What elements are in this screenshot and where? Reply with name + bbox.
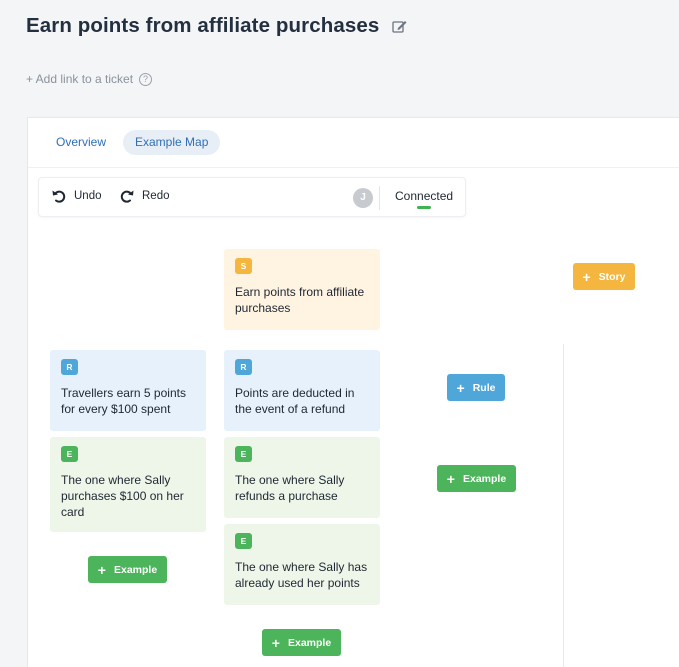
story-badge: S: [235, 258, 252, 274]
add-example-label: Example: [287, 636, 332, 649]
edit-icon[interactable]: [391, 18, 408, 35]
plus-icon: +: [446, 470, 455, 487]
example-card[interactable]: E The one where Sally has already used h…: [224, 524, 380, 605]
page-title: Earn points from affiliate purchases: [26, 14, 380, 37]
redo-button[interactable]: Redo: [119, 188, 170, 204]
example-badge: E: [61, 446, 78, 462]
page: Earn points from affiliate purchases + A…: [0, 0, 679, 667]
story-card[interactable]: S Earn points from affiliate purchases: [224, 249, 380, 330]
rule-badge: R: [235, 359, 252, 375]
toolbar-divider: [379, 186, 380, 210]
example-badge: E: [235, 446, 252, 462]
add-story-button[interactable]: + Story: [573, 263, 635, 290]
redo-icon: [120, 190, 134, 203]
map-toolbar: Undo Redo J Connected: [38, 177, 466, 217]
example-card[interactable]: E The one where Sally refunds a purchase: [224, 437, 380, 518]
redo-label: Redo: [142, 190, 170, 202]
add-example-button[interactable]: + Example: [437, 465, 516, 492]
add-rule-button[interactable]: + Rule: [447, 374, 505, 401]
add-rule-label: Rule: [472, 381, 496, 394]
add-example-button[interactable]: + Example: [88, 556, 167, 583]
add-example-button[interactable]: + Example: [262, 629, 341, 656]
undo-icon: [52, 190, 66, 203]
add-example-label: Example: [462, 472, 507, 485]
plus-icon: +: [582, 268, 591, 285]
title-row: Earn points from affiliate purchases: [26, 14, 408, 38]
tab-bar: Overview Example Map: [28, 118, 679, 168]
plus-icon: +: [271, 634, 280, 651]
undo-label: Undo: [74, 190, 102, 202]
example-text: The one where Sally refunds a purchase: [235, 473, 345, 503]
tab-example-map[interactable]: Example Map: [123, 130, 221, 155]
example-text: The one where Sally purchases $100 on he…: [61, 473, 184, 519]
example-badge: E: [235, 533, 252, 549]
add-example-label: Example: [113, 563, 158, 576]
rule-card[interactable]: R Travellers earn 5 points for every $10…: [50, 350, 206, 431]
connection-status: Connected: [395, 189, 454, 203]
rule-text: Travellers earn 5 points for every $100 …: [61, 386, 186, 416]
rule-card[interactable]: R Points are deducted in the event of a …: [224, 350, 380, 431]
add-story-label: Story: [598, 270, 626, 283]
tab-overview[interactable]: Overview: [44, 130, 118, 155]
add-link-to-ticket[interactable]: + Add link to a ticket ?: [26, 72, 153, 86]
example-text: The one where Sally has already used her…: [235, 560, 368, 590]
example-card[interactable]: E The one where Sally purchases $100 on …: [50, 437, 206, 532]
connection-indicator: [417, 206, 431, 209]
story-text: Earn points from affiliate purchases: [235, 285, 365, 315]
rule-text: Points are deducted in the event of a re…: [235, 386, 355, 416]
undo-button[interactable]: Undo: [51, 188, 102, 204]
help-icon[interactable]: ?: [139, 72, 153, 86]
column-divider: [563, 344, 564, 667]
rule-badge: R: [61, 359, 78, 375]
plus-icon: +: [456, 379, 465, 396]
plus-icon: +: [97, 561, 106, 578]
add-link-label[interactable]: + Add link to a ticket: [26, 72, 133, 86]
avatar: J: [353, 188, 373, 208]
example-map-panel: Overview Example Map Undo Redo J Connect: [27, 117, 679, 667]
